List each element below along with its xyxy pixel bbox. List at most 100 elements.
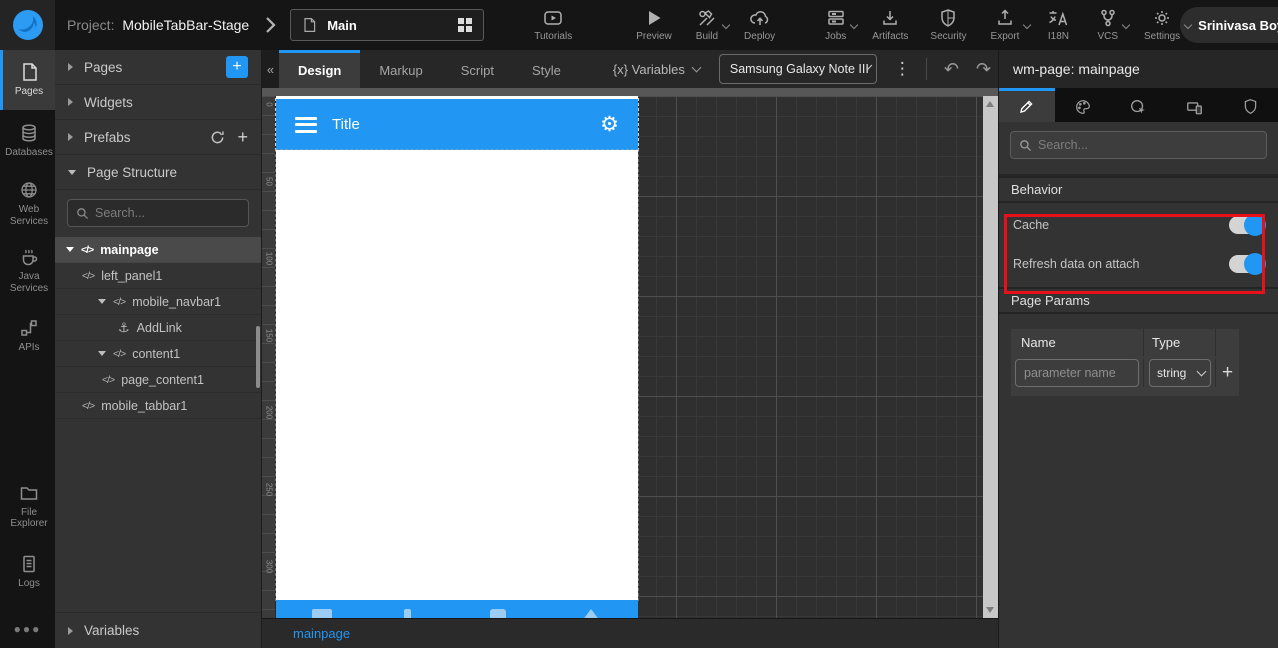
tab-script[interactable]: Script: [442, 50, 513, 88]
tab-events[interactable]: [1111, 88, 1167, 122]
tab-security[interactable]: [1222, 88, 1278, 122]
i18n-translate-icon: [1049, 11, 1068, 26]
add-param-button[interactable]: +: [1222, 362, 1233, 384]
scroll-up-arrow[interactable]: [986, 101, 994, 107]
properties-title: wm-page: mainpage: [999, 50, 1278, 88]
topbar-tool-export[interactable]: Export: [991, 8, 1032, 42]
mobile-page-content[interactable]: [275, 149, 639, 601]
add-page-button[interactable]: +: [226, 56, 248, 78]
page-params-section-header[interactable]: Page Params: [999, 287, 1278, 314]
refresh-icon[interactable]: [210, 130, 225, 145]
section-page-structure[interactable]: Page Structure: [55, 155, 261, 190]
tab-style[interactable]: Style: [513, 50, 580, 88]
topbar-tool-preview[interactable]: Preview: [636, 8, 672, 42]
preview-icon: [648, 11, 661, 25]
mobile-preview[interactable]: Title ⚙: [275, 96, 639, 618]
tree-node-page-content1[interactable]: </> page_content1: [55, 367, 261, 393]
variables-button[interactable]: {x} Variables: [613, 62, 702, 77]
mobile-navbar[interactable]: Title ⚙: [275, 98, 639, 151]
app-logo[interactable]: [0, 0, 55, 50]
tab-label: Script: [460, 63, 494, 78]
canvas-scrollbar[interactable]: [983, 96, 998, 618]
behavior-section-header[interactable]: Behavior: [999, 176, 1278, 203]
param-name-input[interactable]: [1015, 359, 1139, 387]
tool-label: VCS: [1097, 31, 1119, 42]
topbar-tool-jobs[interactable]: Jobs: [825, 8, 859, 42]
tree-node-mobile-navbar1[interactable]: </> mobile_navbar1: [55, 289, 261, 315]
sidebar-item-databases[interactable]: Databases: [0, 114, 55, 168]
section-pages[interactable]: Pages +: [55, 50, 261, 85]
expander-icon[interactable]: [66, 247, 74, 252]
topbar-tool-settings[interactable]: Settings: [1144, 8, 1193, 42]
open-page-tab[interactable]: mainpage: [293, 626, 350, 641]
tree-node-mainpage[interactable]: </> mainpage: [55, 237, 261, 263]
ruler-mark: 200: [264, 405, 274, 420]
cache-toggle[interactable]: [1229, 214, 1266, 236]
ruler-mark: 100: [264, 251, 274, 266]
mobile-tabbar[interactable]: [276, 600, 638, 618]
sidebar-item-file-explorer[interactable]: File Explorer: [0, 474, 55, 539]
apis-icon: [21, 320, 37, 336]
topbar-tool-security[interactable]: Security: [930, 8, 967, 42]
top-bar: Project: MobileTabBar-Stage Main Tutoria…: [0, 0, 1278, 50]
user-menu[interactable]: Srinivasa Boyina SB: [1180, 7, 1278, 43]
hamburger-menu-icon[interactable]: [295, 116, 317, 133]
topbar-tool-vcs[interactable]: VCS: [1097, 8, 1131, 42]
sidebar-item-logs[interactable]: Logs: [0, 545, 55, 599]
properties-search[interactable]: [1010, 131, 1267, 159]
tab-styles[interactable]: [1055, 88, 1111, 122]
sidebar-item-web-services[interactable]: Web Services: [0, 171, 55, 236]
redo-button[interactable]: ↷: [976, 60, 991, 78]
tab-properties[interactable]: [999, 88, 1055, 122]
chevron-down-icon: [721, 20, 731, 30]
tab-devices[interactable]: [1166, 88, 1222, 122]
expander-icon[interactable]: [98, 299, 106, 304]
sidebar-item-apis[interactable]: APIs: [0, 309, 55, 363]
section-variables[interactable]: Variables: [55, 612, 261, 648]
sidebar-item-pages[interactable]: Pages: [0, 50, 55, 110]
more-menu-button[interactable]: ⋮: [894, 59, 911, 79]
section-prefabs[interactable]: Prefabs +: [55, 120, 261, 155]
page-switcher[interactable]: Main: [290, 9, 485, 41]
tree-node-mobile-tabbar1[interactable]: </> mobile_tabbar1: [55, 393, 261, 419]
tree-node-label: content1: [132, 346, 181, 361]
sidebar-item-java-services[interactable]: Java Services: [0, 238, 55, 303]
topbar-tool-i18n[interactable]: I18N: [1047, 8, 1069, 42]
more-options-button[interactable]: ●●●: [0, 612, 55, 648]
undo-button[interactable]: ↶: [944, 60, 959, 78]
column-header-name: Name: [1011, 329, 1144, 356]
expander-icon[interactable]: [98, 351, 106, 356]
code-icon: </>: [82, 399, 95, 412]
topbar-tool-tutorials[interactable]: Tutorials: [534, 8, 572, 42]
topbar-tool-build[interactable]: Build: [696, 8, 731, 42]
tree-node-content1[interactable]: </> content1: [55, 341, 261, 367]
topbar-tool-artifacts[interactable]: Artifacts: [872, 8, 908, 42]
tree-node-left-panel1[interactable]: </> left_panel1: [55, 263, 261, 289]
page-params-row: string +: [1011, 356, 1239, 396]
param-type-select[interactable]: string: [1149, 359, 1211, 387]
tabbar-icon: [312, 609, 332, 618]
device-select-value: Samsung Galaxy Note III: [729, 62, 869, 76]
collapse-panel-button[interactable]: «: [262, 50, 279, 88]
tree-scrollbar[interactable]: [256, 326, 260, 388]
cache-label: Cache: [1013, 218, 1050, 232]
structure-search[interactable]: [67, 199, 249, 227]
properties-panel: wm-page: mainpage Behavior Cache Refresh: [998, 50, 1278, 648]
structure-search-input[interactable]: [95, 206, 240, 220]
add-prefab-button[interactable]: +: [237, 128, 248, 146]
gear-icon[interactable]: ⚙: [600, 112, 619, 137]
properties-search-input[interactable]: [1038, 138, 1258, 152]
project-breadcrumb: Project: MobileTabBar-Stage: [67, 17, 249, 33]
chevron-right-icon: [265, 16, 276, 34]
tree-node-addlink[interactable]: ⚓ AddLink: [55, 315, 261, 341]
section-widgets[interactable]: Widgets: [55, 85, 261, 120]
topbar-tool-deploy[interactable]: Deploy: [744, 8, 775, 42]
refresh-data-toggle[interactable]: [1229, 253, 1266, 275]
tab-design[interactable]: Design: [279, 50, 361, 88]
device-select[interactable]: Samsung Galaxy Note III: [718, 54, 877, 84]
design-canvas[interactable]: 0 50 100 150 200 250 300 Title ⚙: [262, 88, 998, 618]
deploy-cloud-icon: [749, 11, 768, 25]
scroll-down-arrow[interactable]: [986, 607, 994, 613]
tab-markup[interactable]: Markup: [360, 50, 441, 88]
grid-view-icon[interactable]: [457, 17, 473, 33]
